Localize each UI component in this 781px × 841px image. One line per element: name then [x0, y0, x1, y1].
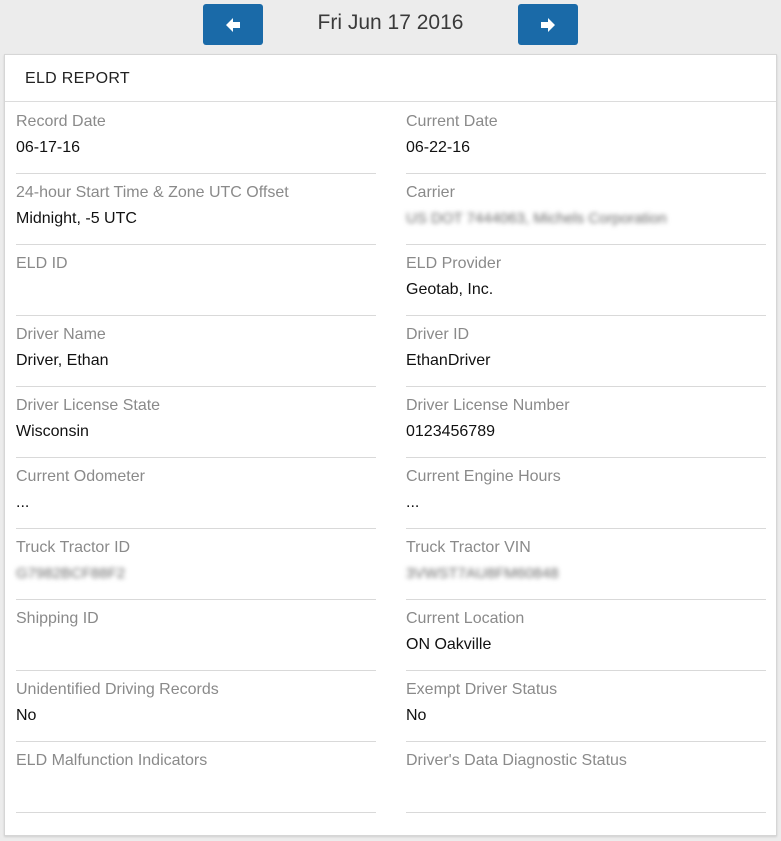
field-label: Driver ID: [406, 326, 470, 343]
field-label: Driver License Number: [406, 397, 570, 414]
field-value: ON Oakville: [406, 636, 492, 653]
field-value: No: [406, 707, 427, 724]
field-value: EthanDriver: [406, 352, 491, 369]
field-label: ELD Malfunction Indicators: [16, 752, 208, 769]
field-label: Driver's Data Diagnostic Status: [406, 752, 627, 769]
field-exempt-driver-status: Exempt Driver Status No: [406, 671, 766, 742]
field-value: 06-17-16: [16, 139, 81, 156]
field-value: US DOT 7444063, Michels Corporation: [406, 210, 667, 227]
field-label: Current Odometer: [16, 468, 145, 485]
arrow-left-icon: [226, 17, 240, 32]
field-driver-id: Driver ID EthanDriver: [406, 316, 766, 387]
field-eld-provider: ELD Provider Geotab, Inc.: [406, 245, 766, 316]
field-label: Current Date: [406, 113, 498, 130]
field-value: 0123456789: [406, 423, 495, 440]
field-eld-malfunction-indicators: ELD Malfunction Indicators: [16, 742, 376, 813]
field-label: Truck Tractor VIN: [406, 539, 531, 556]
field-driver-license-state: Driver License State Wisconsin: [16, 387, 376, 458]
arrow-right-icon: [541, 17, 555, 32]
field-label: Driver Name: [16, 326, 106, 343]
field-label: Record Date: [16, 113, 106, 130]
field-value: No: [16, 707, 37, 724]
field-driver-name: Driver Name Driver, Ethan: [16, 316, 376, 387]
report-title: ELD REPORT: [5, 55, 776, 102]
field-driver-s-data-diagnostic-status: Driver's Data Diagnostic Status: [406, 742, 766, 813]
field-label: ELD ID: [16, 255, 68, 272]
field-current-location: Current Location ON Oakville: [406, 600, 766, 671]
eld-report-card: ELD REPORT Record Date 06-17-16 Current Da…: [4, 54, 777, 836]
field-label: Truck Tractor ID: [16, 539, 131, 556]
field-label: Carrier: [406, 184, 455, 201]
field-label: Unidentified Driving Records: [16, 681, 219, 698]
field-label: ELD Provider: [406, 255, 502, 272]
field-label: Current Location: [406, 610, 525, 627]
field-current-odometer: Current Odometer...: [16, 458, 376, 529]
field-label: Current Engine Hours: [406, 468, 561, 485]
field-value: Geotab, Inc.: [406, 281, 494, 298]
next-day-button[interactable]: [518, 4, 578, 45]
field-24-hour-start-time-zone-utc-offset: 24-hour Start Time & Zone UTC Offset Midn…: [16, 174, 376, 245]
field-driver-license-number: Driver License Number 0123456789: [406, 387, 766, 458]
field-truck-tractor-id: Truck Tractor ID G7982BCF88F2: [16, 529, 376, 600]
field-label: Driver License State: [16, 397, 161, 414]
field-truck-tractor-vin: Truck Tractor VIN 3VWST7AU8FM60848: [406, 529, 766, 600]
current-date-label: Fri Jun 17 2016: [317, 11, 464, 34]
field-value: G7982BCF88F2: [16, 565, 126, 582]
field-unidentified-driving-records: Unidentified Driving Records No: [16, 671, 376, 742]
field-value: 3VWST7AU8FM60848: [406, 565, 559, 582]
field-value: Wisconsin: [16, 423, 89, 440]
field-label: 24-hour Start Time & Zone UTC Offset: [16, 184, 289, 201]
field-current-date: Current Date 06-22-16: [406, 103, 766, 174]
field-record-date: Record Date 06-17-16: [16, 103, 376, 174]
field-label: Shipping ID: [16, 610, 99, 627]
field-value: Midnight, -5 UTC: [16, 210, 137, 227]
field-value: 06-22-16: [406, 139, 471, 156]
field-label: Exempt Driver Status: [406, 681, 558, 698]
field-value: ...: [406, 494, 420, 511]
field-current-engine-hours: Current Engine Hours...: [406, 458, 766, 529]
field-value: ...: [16, 494, 30, 511]
date-navigator: Fri Jun 17 2016: [0, 0, 781, 52]
field-shipping-id: Shipping ID: [16, 600, 376, 671]
previous-day-button[interactable]: [203, 4, 263, 45]
field-carrier: Carrier US DOT 7444063, Michels Corporati…: [406, 174, 766, 245]
field-value: Driver, Ethan: [16, 352, 109, 369]
field-eld-id: ELD ID: [16, 245, 376, 316]
